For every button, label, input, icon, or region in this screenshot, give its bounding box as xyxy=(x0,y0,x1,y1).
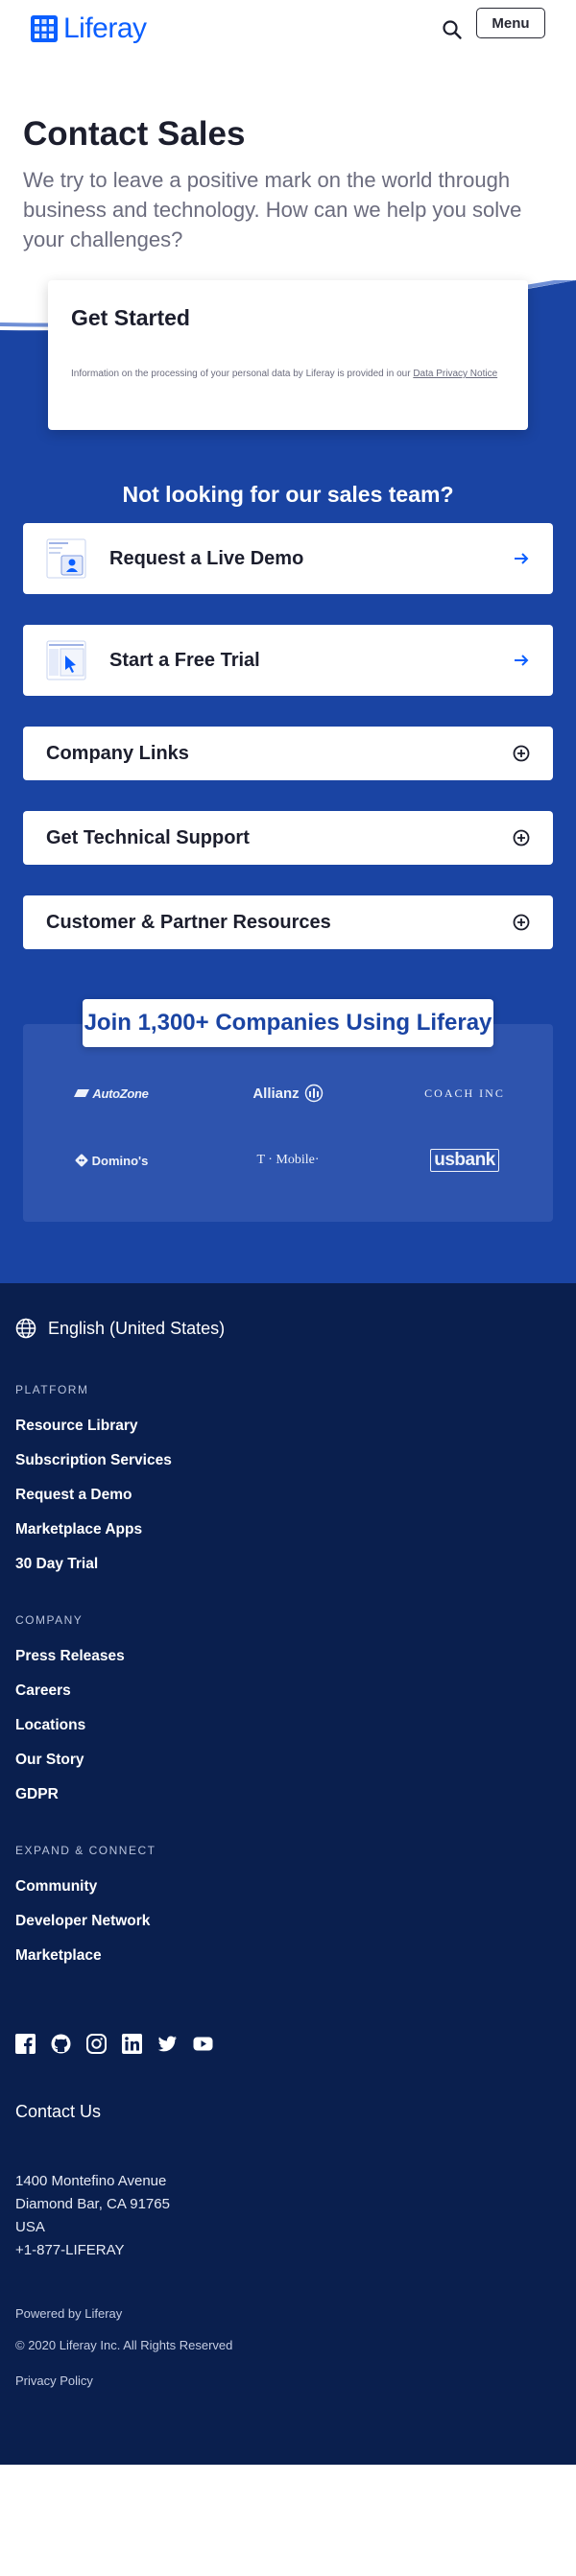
locations-link[interactable]: Locations xyxy=(15,1717,85,1733)
request-demo-link[interactable]: Request a Demo xyxy=(15,1487,132,1503)
marketplace-link[interactable]: Marketplace xyxy=(15,1947,102,1964)
trial-link[interactable]: 30 Day Trial xyxy=(15,1556,98,1572)
accordion-label: Get Technical Support xyxy=(46,826,250,848)
data-privacy-link[interactable]: Data Privacy Notice xyxy=(413,369,497,379)
marketplace-apps-link[interactable]: Marketplace Apps xyxy=(15,1521,142,1538)
blue-section-wrapper: Get Started Information on the processin… xyxy=(0,280,576,1283)
dominos-logo: Domino's xyxy=(23,1147,200,1174)
customer-logos-panel: Join 1,300+ Companies Using Liferay Auto… xyxy=(23,999,553,1222)
liferay-logo-icon xyxy=(31,15,58,42)
address-line: Diamond Bar, CA 91765 xyxy=(15,2196,170,2212)
youtube-icon[interactable] xyxy=(193,2034,213,2054)
phone-number[interactable]: +1-877-LIFERAY xyxy=(15,2239,561,2262)
customer-logo-grid: AutoZone Allianz COACH INC Domino's T · … xyxy=(23,1080,553,1174)
resource-library-link[interactable]: Resource Library xyxy=(15,1418,138,1434)
site-footer: English (United States) PLATFORM Resourc… xyxy=(0,1283,576,2465)
tmobile-logo: T · Mobile· xyxy=(256,1153,320,1167)
request-demo-label: Request a Live Demo xyxy=(109,547,304,569)
footer-link[interactable]: Community xyxy=(15,1878,561,1896)
search-icon[interactable] xyxy=(442,19,463,40)
footer-heading-expand: EXPAND & CONNECT xyxy=(15,1844,156,1857)
page-subtitle: We try to leave a positive mark on the w… xyxy=(23,168,522,251)
our-story-link[interactable]: Our Story xyxy=(15,1752,84,1768)
footer-link[interactable]: 30 Day Trial xyxy=(15,1556,561,1573)
plus-circle-icon xyxy=(513,829,530,847)
page-title: Contact Sales xyxy=(23,115,246,153)
contact-us-heading: Contact Us xyxy=(15,2102,102,2121)
github-icon[interactable] xyxy=(51,2034,71,2054)
allianz-logo: Allianz xyxy=(200,1080,376,1107)
plus-circle-icon xyxy=(513,745,530,762)
technical-support-accordion[interactable]: Get Technical Support xyxy=(23,811,553,865)
footer-link[interactable]: Our Story xyxy=(15,1752,561,1769)
usbank-logo: usbank xyxy=(376,1147,553,1174)
press-releases-link[interactable]: Press Releases xyxy=(15,1648,125,1664)
language-selector[interactable]: English (United States) xyxy=(15,1318,561,1339)
company-links-accordion[interactable]: Company Links xyxy=(23,727,553,780)
copyright-text: © 2020 Liferay Inc. All Rights Reserved xyxy=(15,2338,233,2352)
facebook-icon[interactable] xyxy=(15,2034,36,2054)
globe-icon xyxy=(15,1318,36,1339)
footer-links-platform: Resource Library Subscription Services R… xyxy=(15,1418,561,1573)
free-trial-card[interactable]: Start a Free Trial xyxy=(23,625,553,696)
footer-link[interactable]: Press Releases xyxy=(15,1648,561,1665)
footer-link[interactable]: Subscription Services xyxy=(15,1452,561,1469)
plus-circle-icon xyxy=(513,914,530,931)
footer-link[interactable]: GDPR xyxy=(15,1786,561,1803)
blue-section: Get Started Information on the processin… xyxy=(0,280,576,1283)
demo-illustration-icon xyxy=(46,538,86,579)
logo-text: Liferay xyxy=(63,12,147,44)
footer-link[interactable]: Resource Library xyxy=(15,1418,561,1435)
get-started-card: Get Started Information on the processin… xyxy=(48,280,528,430)
request-demo-card[interactable]: Request a Live Demo xyxy=(23,523,553,594)
footer-heading-company: COMPANY xyxy=(15,1613,84,1627)
free-trial-label: Start a Free Trial xyxy=(109,649,260,671)
get-started-title: Get Started xyxy=(71,305,190,330)
gdpr-link[interactable]: GDPR xyxy=(15,1786,59,1802)
footer-heading-platform: PLATFORM xyxy=(15,1383,89,1396)
site-header: Liferay Menu xyxy=(0,0,576,60)
footer-link[interactable]: Careers xyxy=(15,1682,561,1700)
linkedin-icon[interactable] xyxy=(122,2034,142,2054)
developer-network-link[interactable]: Developer Network xyxy=(15,1913,150,1929)
language-label: English (United States) xyxy=(48,1318,226,1338)
menu-button[interactable]: Menu xyxy=(476,8,545,38)
community-link[interactable]: Community xyxy=(15,1878,97,1895)
accordion-label: Customer & Partner Resources xyxy=(46,911,331,933)
accordion-label: Company Links xyxy=(46,742,189,764)
careers-link[interactable]: Careers xyxy=(15,1682,71,1699)
arrow-right-icon xyxy=(515,553,529,564)
subscription-services-link[interactable]: Subscription Services xyxy=(15,1452,172,1468)
footer-link[interactable]: Marketplace Apps xyxy=(15,1521,561,1538)
address-line: 1400 Montefino Avenue xyxy=(15,2173,167,2189)
autozone-logo: AutoZone xyxy=(23,1080,200,1107)
footer-link[interactable]: Request a Demo xyxy=(15,1487,561,1504)
companies-heading: Join 1,300+ Companies Using Liferay xyxy=(83,999,493,1047)
footer-link[interactable]: Developer Network xyxy=(15,1913,561,1930)
address-line: USA xyxy=(15,2219,45,2235)
arrow-right-icon xyxy=(515,655,529,666)
trial-illustration-icon xyxy=(46,640,86,680)
company-address: 1400 Montefino Avenue Diamond Bar, CA 91… xyxy=(15,2170,561,2262)
alt-options: Not looking for our sales team? Request … xyxy=(0,338,576,1222)
footer-links-expand: Community Developer Network Marketplace xyxy=(15,1878,561,1965)
resources-accordion[interactable]: Customer & Partner Resources xyxy=(23,895,553,949)
footer-links-company: Press Releases Careers Locations Our Sto… xyxy=(15,1648,561,1803)
twitter-icon[interactable] xyxy=(157,2034,178,2054)
liferay-logo[interactable]: Liferay xyxy=(31,12,147,45)
coach-logo: COACH INC xyxy=(424,1085,505,1100)
powered-by[interactable]: Powered by Liferay xyxy=(15,2306,561,2321)
instagram-icon[interactable] xyxy=(86,2034,107,2054)
not-looking-heading: Not looking for our sales team? xyxy=(122,482,454,507)
privacy-policy-link[interactable]: Privacy Policy xyxy=(15,2373,561,2388)
footer-link[interactable]: Marketplace xyxy=(15,1947,561,1965)
privacy-notice-text: Information on the processing of your pe… xyxy=(71,368,505,381)
social-links xyxy=(15,2034,561,2054)
footer-link[interactable]: Locations xyxy=(15,1717,561,1734)
privacy-text: Information on the processing of your pe… xyxy=(71,369,414,379)
